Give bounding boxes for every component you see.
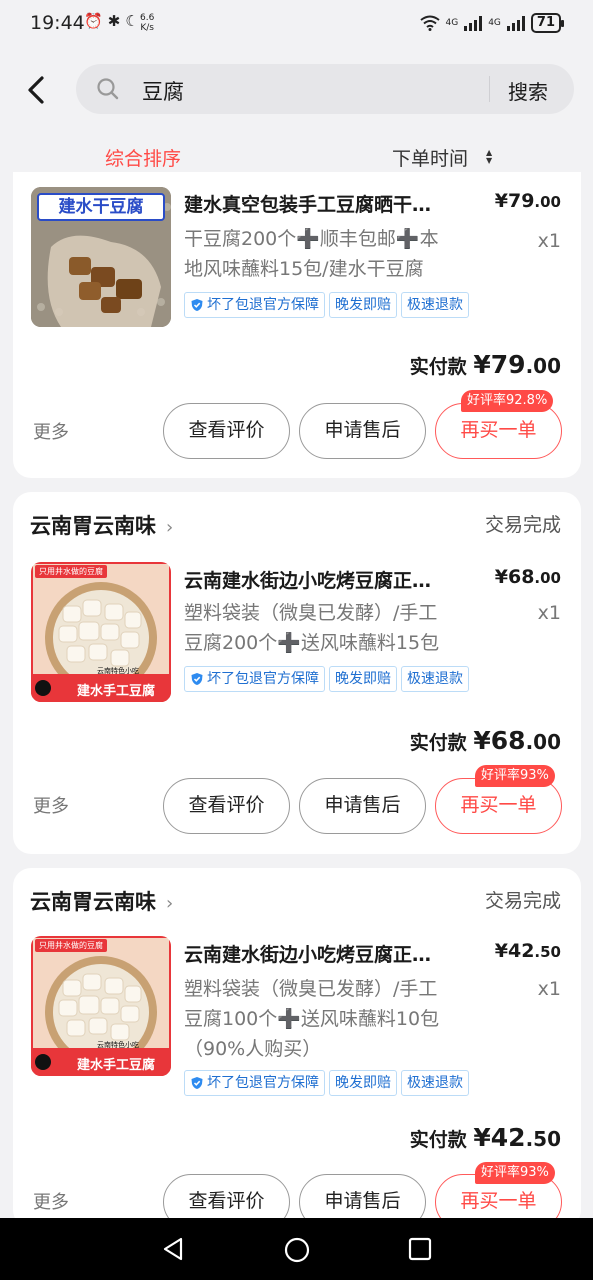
fast-refund-tag: 极速退款: [401, 666, 469, 692]
after-sale-button[interactable]: 申请售后: [299, 778, 426, 834]
clock: 19:44: [30, 12, 85, 34]
fast-refund-tag: 极速退款: [401, 1070, 469, 1096]
order-status: 交易完成: [484, 890, 561, 912]
status-bar: 19:44 ⏰ ✱ ☾ 6.6 K/s 4G 4G 71: [0, 0, 593, 48]
thumb-bottom-text: 建水手工豆腐: [77, 1058, 156, 1073]
guarantee-tag: 坏了包退官方保障: [184, 666, 325, 692]
search-input[interactable]: 豆腐: [142, 76, 184, 106]
product-title[interactable]: 建水真空包装手工豆腐晒干…: [184, 190, 479, 217]
guarantee-tag: 坏了包退官方保障: [184, 292, 325, 318]
more-options[interactable]: 更多: [33, 418, 69, 444]
status-right: 4G 4G 71: [419, 13, 565, 33]
more-options[interactable]: 更多: [33, 1188, 69, 1214]
product-quantity: x1: [537, 230, 561, 252]
view-review-button[interactable]: 查看评价: [163, 778, 290, 834]
product-quantity: x1: [537, 602, 561, 624]
signal-icon: [506, 15, 525, 31]
after-sale-button[interactable]: 申请售后: [299, 403, 426, 459]
product-title[interactable]: 云南建水街边小吃烤豆腐正…: [184, 940, 479, 967]
battery-icon: 71: [530, 13, 565, 33]
bluetooth-icon: ✱: [107, 12, 121, 30]
wifi-icon: [419, 15, 440, 31]
shield-icon: [191, 299, 203, 311]
network-type-1: 4G: [445, 18, 459, 28]
chevron-right-icon: ›: [166, 517, 174, 538]
rating-badge: 好评率93%: [475, 765, 555, 787]
order-card: 云南胃云南味 › 交易完成 只用井水做的豆腐 云南特色小吃 建水手工豆腐 云南建水…: [13, 868, 581, 1228]
thumb-top-text: 只用井水做的豆腐: [35, 939, 107, 952]
fast-refund-tag: 极速退款: [401, 292, 469, 318]
late-shipment-tag: 晚发即赔: [329, 292, 397, 318]
thumb-sub-text: 云南特色小吃: [97, 1041, 139, 1049]
network-speed: 6.6 K/s: [140, 13, 155, 33]
rating-badge: 好评率92.8%: [461, 390, 554, 412]
shop-name[interactable]: 云南胃云南味 ›: [30, 510, 173, 540]
system-nav-bar: [0, 1218, 593, 1280]
back-arrow-icon[interactable]: [22, 70, 52, 110]
thumb-bottom-text: 建水手工豆腐: [77, 684, 156, 699]
sort-comprehensive[interactable]: 综合排序: [105, 144, 181, 171]
network-type-2: 4G: [488, 18, 501, 28]
product-price: ¥79.00: [494, 190, 561, 212]
sort-order-time[interactable]: 下单时间: [392, 144, 468, 171]
product-quantity: x1: [537, 978, 561, 1000]
signal-icon: [464, 15, 483, 31]
shop-name[interactable]: 云南胃云南味 ›: [30, 886, 173, 916]
product-spec: 塑料袋装（微臭已发酵）/手工 豆腐200个➕送风味蘸料15包: [184, 602, 440, 654]
service-tags: 坏了包退官方保障 晚发即赔 极速退款: [184, 1070, 469, 1096]
chevron-right-icon: ›: [166, 893, 174, 914]
product-spec: 干豆腐200个➕顺丰包邮➕本 地风味蘸料15包/建水干豆腐: [184, 228, 439, 280]
thumb-sub-text: 云南特色小吃: [97, 667, 139, 675]
paid-amount: 实付款 ¥68.00: [409, 726, 561, 755]
alarm-icon: ⏰: [84, 12, 103, 30]
service-tags: 坏了包退官方保障 晚发即赔 极速退款: [184, 292, 469, 318]
guarantee-tag: 坏了包退官方保障: [184, 1070, 325, 1096]
order-card: 云南胃云南味 › 交易完成 只用井水做的豆腐 云南特色小吃 建水手工豆腐 云南建水…: [13, 492, 581, 854]
search-button[interactable]: 搜索: [508, 76, 548, 105]
sort-arrows-icon[interactable]: ▲ ▼: [486, 149, 492, 165]
order-status: 交易完成: [484, 514, 561, 536]
search-bar[interactable]: 豆腐 搜索: [76, 64, 574, 114]
product-spec: 塑料袋装（微臭已发酵）/手工 豆腐100个➕送风味蘸料10包 （90%人购买）: [184, 978, 440, 1060]
more-options[interactable]: 更多: [33, 792, 69, 818]
rating-badge: 好评率93%: [475, 1162, 555, 1184]
search-icon: [97, 78, 119, 100]
product-price: ¥42.50: [494, 940, 561, 962]
search-divider: [489, 76, 490, 102]
thumb-top-text: 只用井水做的豆腐: [35, 565, 107, 578]
paid-amount: 实付款 ¥79.00: [409, 350, 561, 379]
product-price: ¥68.00: [494, 566, 561, 588]
product-image[interactable]: 建水干豆腐: [31, 187, 171, 327]
recents-icon[interactable]: [407, 1236, 433, 1262]
product-title[interactable]: 云南建水街边小吃烤豆腐正…: [184, 566, 479, 593]
late-shipment-tag: 晚发即赔: [329, 666, 397, 692]
shield-icon: [191, 673, 203, 685]
service-tags: 坏了包退官方保障 晚发即赔 极速退款: [184, 666, 469, 692]
product-image[interactable]: 只用井水做的豆腐 云南特色小吃 建水手工豆腐: [31, 562, 171, 702]
product-image[interactable]: 只用井水做的豆腐 云南特色小吃 建水手工豆腐: [31, 936, 171, 1076]
order-card: 建水干豆腐 建水真空包装手工豆腐晒干… ¥79.00 干豆腐200个➕顺丰包邮➕…: [13, 172, 581, 478]
shield-icon: [191, 1077, 203, 1089]
header: 豆腐 搜索: [0, 48, 593, 132]
back-icon[interactable]: [160, 1236, 186, 1262]
home-icon[interactable]: [283, 1236, 311, 1264]
moon-icon: ☾: [125, 12, 139, 30]
view-review-button[interactable]: 查看评价: [163, 403, 290, 459]
thumb-title: 建水干豆腐: [37, 193, 165, 221]
paid-amount: 实付款 ¥42.50: [409, 1123, 561, 1152]
status-icons: ⏰ ✱ ☾: [84, 12, 139, 30]
late-shipment-tag: 晚发即赔: [329, 1070, 397, 1096]
